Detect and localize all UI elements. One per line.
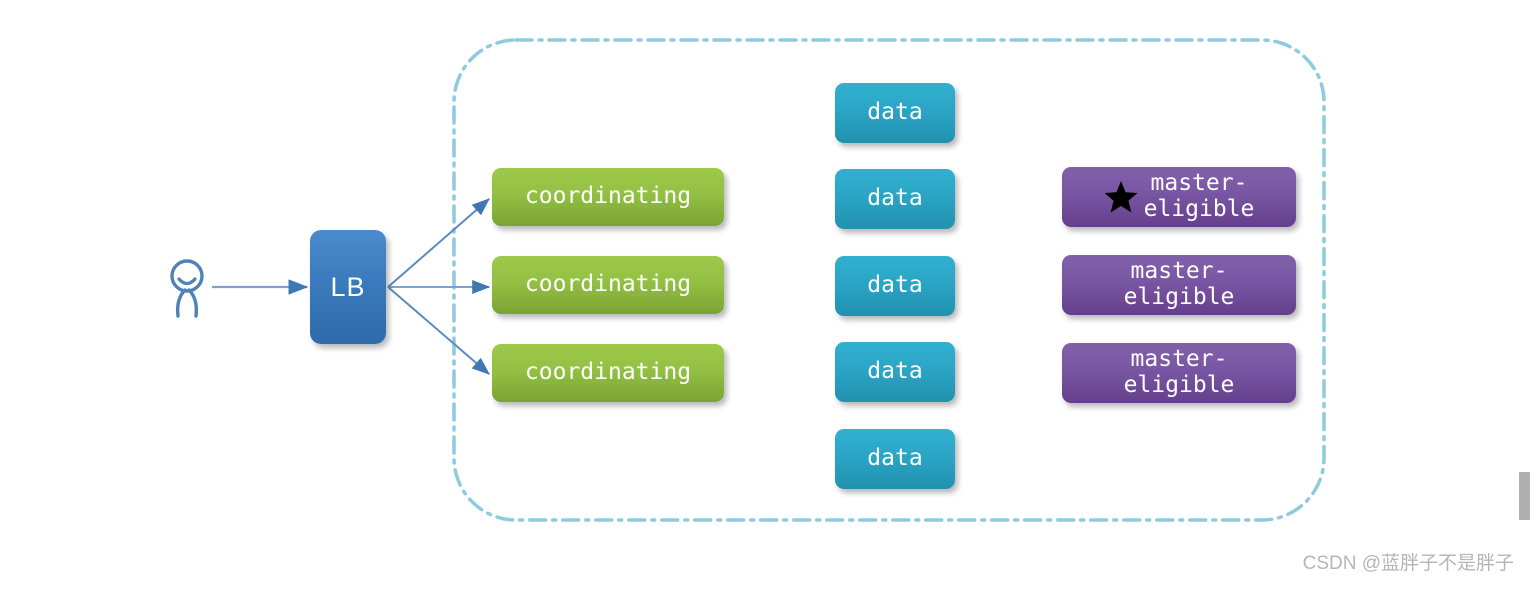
coordinating-node-label: coordinating — [524, 359, 692, 386]
connector-lb-to-coordinating-3 — [387, 286, 490, 375]
data-node-4[interactable]: data — [835, 342, 955, 402]
data-node-3[interactable]: data — [835, 256, 955, 316]
data-node-label: data — [867, 272, 923, 299]
connector-layer — [212, 198, 491, 375]
user-actor-icon — [170, 259, 204, 318]
watermark-text: CSDN @蓝胖子不是胖子 — [1302, 553, 1514, 574]
data-node-1[interactable]: data — [835, 83, 955, 143]
data-node-2[interactable]: data — [835, 169, 955, 229]
data-node-label: data — [867, 445, 923, 472]
data-node-5[interactable]: data — [835, 429, 955, 489]
data-node-label: data — [867, 185, 923, 212]
coordinating-node-3[interactable]: coordinating — [492, 344, 724, 402]
coordinating-node-label: coordinating — [524, 183, 692, 210]
diagram-canvas: LB coordinating coordinating coordinatin… — [0, 0, 1532, 589]
coordinating-node-label: coordinating — [524, 271, 692, 298]
master-eligible-node-3[interactable]: master- eligible — [1062, 343, 1296, 403]
connector-lb-to-coordinating-1 — [387, 198, 490, 288]
coordinating-node-2[interactable]: coordinating — [492, 256, 724, 314]
data-node-label: data — [867, 99, 923, 126]
master-eligible-node-2[interactable]: master- eligible — [1062, 255, 1296, 315]
actor-head — [170, 259, 204, 293]
load-balancer-label: LB — [330, 271, 366, 302]
load-balancer-node[interactable]: LB — [310, 230, 386, 344]
scrollbar-thumb[interactable] — [1519, 472, 1530, 520]
coordinating-node-1[interactable]: coordinating — [492, 168, 724, 226]
actor-smile — [177, 277, 197, 286]
star-icon — [1104, 181, 1138, 213]
actor-leg-right — [187, 288, 199, 318]
actor-leg-left — [175, 288, 187, 318]
master-eligible-node-label: master- eligible — [1123, 258, 1235, 310]
master-eligible-node-label: master- eligible — [1123, 346, 1235, 398]
data-node-label: data — [867, 358, 923, 385]
master-eligible-node-1[interactable]: master- eligible — [1062, 167, 1296, 227]
master-eligible-node-label: master- eligible — [1143, 170, 1255, 222]
